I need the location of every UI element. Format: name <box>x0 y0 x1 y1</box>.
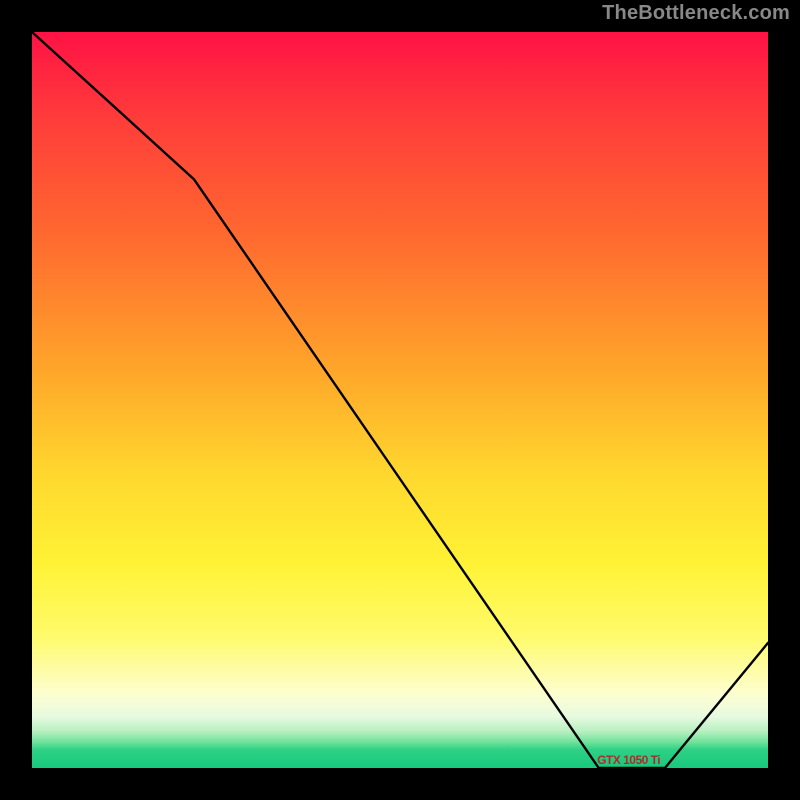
line-series <box>32 32 768 768</box>
target-range-label: GTX 1050 Ti <box>597 753 660 767</box>
bottleneck-curve-path <box>32 32 768 768</box>
chart-stage: TheBottleneck.com GTX 1050 Ti <box>0 0 800 800</box>
watermark-text: TheBottleneck.com <box>602 2 790 25</box>
plot-area: GTX 1050 Ti <box>30 30 770 770</box>
